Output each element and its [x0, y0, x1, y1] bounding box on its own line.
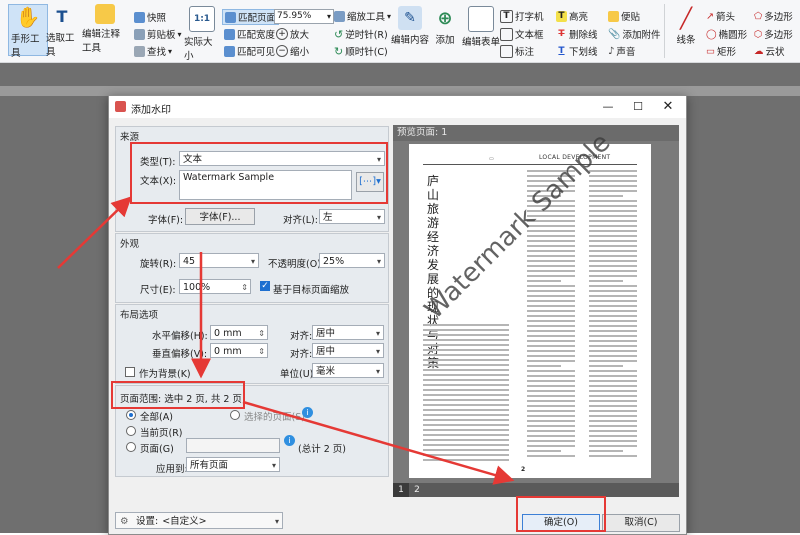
arrow-to-source — [57, 196, 132, 269]
arrow-to-ok — [242, 400, 515, 485]
annotation-arrows — [57, 196, 515, 485]
